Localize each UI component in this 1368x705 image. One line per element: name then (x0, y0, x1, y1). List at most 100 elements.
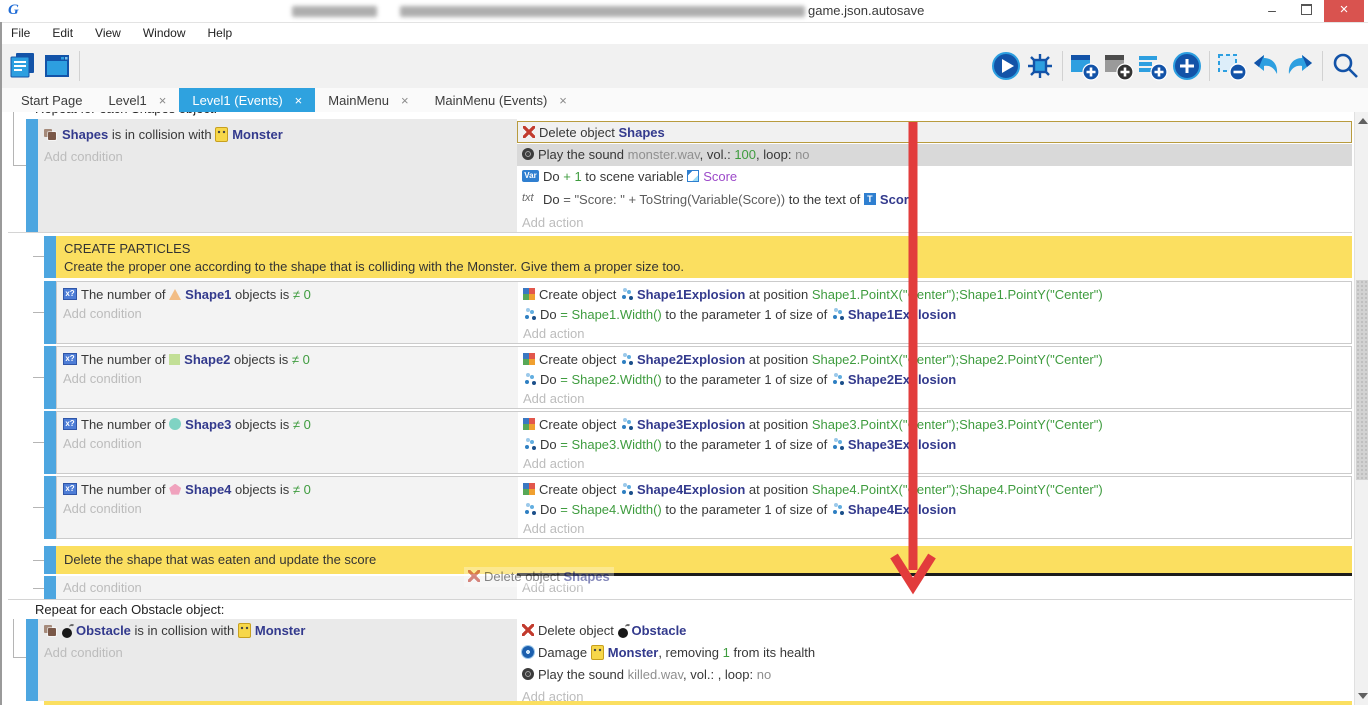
segment-gray: no (757, 667, 771, 682)
action-row[interactable]: Create object Shape4Explosion at positio… (523, 479, 1103, 501)
segment-text: Do (540, 437, 560, 452)
event-indent-bar[interactable] (44, 411, 56, 474)
particle-icon (620, 418, 633, 431)
tab-close-icon[interactable]: × (295, 93, 303, 108)
tab-start-page[interactable]: Start Page (8, 88, 95, 112)
action-row[interactable]: Create object Shape3Explosion at positio… (523, 414, 1103, 436)
add-condition-link[interactable]: Add condition (44, 146, 123, 168)
add-other-icon[interactable] (1170, 50, 1204, 82)
remove-selection-icon[interactable] (1215, 50, 1249, 82)
segment-text: , loop: (756, 147, 795, 162)
add-condition-link[interactable]: Add condition (63, 577, 142, 599)
event-comment[interactable]: Delete the shape that was eaten and upda… (56, 546, 1352, 574)
event-comment[interactable]: CREATE PARTICLESCreate the proper one ac… (56, 236, 1352, 278)
play-icon[interactable] (989, 50, 1023, 82)
event-indent-bar[interactable] (44, 576, 56, 600)
maximize-button[interactable] (1290, 0, 1322, 22)
action-row[interactable]: Create object Shape1Explosion at positio… (523, 284, 1103, 306)
action-row[interactable]: Delete object Obstacle (517, 620, 1352, 642)
menu-edit[interactable]: Edit (41, 23, 84, 40)
event-indent-bar[interactable] (44, 281, 56, 344)
add-condition-link[interactable]: Add condition (44, 642, 123, 664)
vertical-scrollbar[interactable] (1354, 112, 1368, 705)
debug-icon[interactable] (1023, 50, 1057, 82)
redo-icon[interactable] (1283, 50, 1317, 82)
segment-text: Delete object (538, 623, 618, 638)
tab-level1-events-[interactable]: Level1 (Events) × (179, 88, 315, 112)
particle-icon (831, 438, 844, 451)
segment-gray: monster.wav (628, 147, 700, 162)
minimize-button[interactable]: – (1256, 0, 1288, 22)
tab-mainmenu-events-[interactable]: MainMenu (Events)× (422, 88, 580, 112)
menu-help[interactable]: Help (197, 23, 244, 40)
add-condition-link[interactable]: Add condition (63, 304, 142, 324)
action-row[interactable]: VarDo + 1 to scene variable Score (517, 166, 1352, 188)
variable-icon: Var (522, 170, 539, 182)
scroll-up-icon[interactable] (1358, 118, 1368, 124)
particle-icon (523, 373, 536, 386)
event-indent-bar[interactable] (44, 476, 56, 539)
foreach-header-text: Repeat for each Shapes object: (35, 112, 217, 118)
segment-text: Create object (539, 287, 620, 302)
redacted-title-text (400, 6, 805, 17)
action-row[interactable]: Damage Monster, removing 1 from its heal… (517, 642, 1352, 664)
add-comment-icon[interactable] (1136, 50, 1170, 82)
condition-row[interactable]: x?The number of Shape2 objects is ≠ 0 (63, 349, 310, 371)
add-event-icon[interactable] (1068, 50, 1102, 82)
condition-row[interactable]: Shapes is in collision with Monster (44, 124, 283, 146)
event-indent-bar[interactable] (44, 236, 56, 278)
menu-file[interactable]: File (0, 23, 41, 40)
segment-text: , vol.: (700, 147, 735, 162)
tab-label: Level1 (Events) (192, 93, 282, 108)
add-condition-link[interactable]: Add condition (63, 369, 142, 389)
action-row[interactable]: Do = Shape4.Width() to the parameter 1 o… (523, 499, 956, 521)
close-button[interactable]: × (1324, 0, 1364, 22)
event-indent-bar[interactable] (44, 546, 56, 574)
scroll-down-icon[interactable] (1358, 693, 1368, 699)
event-indent-bar[interactable] (26, 119, 38, 232)
tab-close-icon[interactable]: × (159, 93, 167, 108)
condition-row[interactable]: x?The number of Shape3 objects is ≠ 0 (63, 414, 311, 436)
add-action-link[interactable]: Add action (522, 212, 583, 234)
sub-event-block: x?The number of Shape2 objects is ≠ 0Add… (56, 346, 1352, 409)
event-indent-bar[interactable] (26, 619, 38, 701)
action-row[interactable]: txtDo = "Score: " + ToString(Variable(Sc… (517, 189, 1352, 211)
add-action-link[interactable]: Add action (523, 519, 584, 539)
action-row[interactable]: Play the sound killed.wav, vol.: , loop:… (517, 664, 1352, 686)
add-action-link[interactable]: Add action (523, 324, 584, 344)
add-subevent-icon[interactable] (1102, 50, 1136, 82)
menu-window[interactable]: Window (132, 23, 197, 40)
foreach-header-text[interactable]: Repeat for each Obstacle object: (35, 601, 224, 619)
action-row[interactable]: Delete object Shapes (517, 121, 1352, 143)
search-icon[interactable] (1328, 50, 1362, 82)
condition-row[interactable]: Obstacle is in collision with Monster (44, 620, 305, 642)
tab-close-icon[interactable]: × (401, 93, 409, 108)
menu-view[interactable]: View (84, 23, 132, 40)
tab-level1[interactable]: Level1× (95, 88, 179, 112)
action-row[interactable]: Do = Shape2.Width() to the parameter 1 o… (523, 369, 956, 391)
add-action-link[interactable]: Add action (523, 454, 584, 474)
add-action-link[interactable]: Add action (523, 389, 584, 409)
add-condition-link[interactable]: Add condition (63, 499, 142, 519)
add-condition-link[interactable]: Add condition (63, 434, 142, 454)
segment-green: = Shape3.Width() (560, 437, 662, 452)
segment-green: 1 (723, 645, 730, 660)
action-row[interactable]: Do = Shape3.Width() to the parameter 1 o… (523, 434, 956, 456)
comment-body: Create the proper one according to the s… (64, 257, 684, 276)
action-row[interactable]: Do = Shape1.Width() to the parameter 1 o… (523, 304, 956, 326)
segment-obj: Shapes (564, 569, 610, 584)
segment-text: to the parameter 1 of size of (662, 502, 831, 517)
tab-mainmenu[interactable]: MainMenu× (315, 88, 421, 112)
action-row[interactable]: Create object Shape2Explosion at positio… (523, 349, 1103, 371)
scrollbar-thumb[interactable] (1356, 280, 1368, 480)
segment-text: Damage (538, 645, 591, 660)
condition-row[interactable]: x?The number of Shape1 objects is ≠ 0 (63, 284, 311, 306)
condition-row[interactable]: x?The number of Shape4 objects is ≠ 0 (63, 479, 311, 501)
action-row[interactable]: Play the sound monster.wav, vol.: 100, l… (517, 144, 1352, 166)
project-manager-icon[interactable] (6, 50, 40, 82)
event-indent-bar[interactable] (44, 346, 56, 409)
undo-icon[interactable] (1249, 50, 1283, 82)
tree-connector (33, 507, 44, 508)
tab-close-icon[interactable]: × (559, 93, 567, 108)
scene-editor-icon[interactable] (40, 50, 74, 82)
